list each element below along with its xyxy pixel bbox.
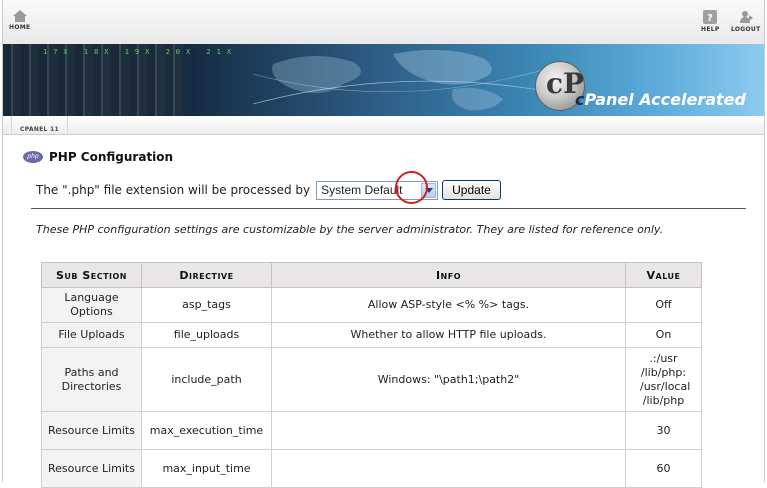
cell-sub-section: Resource Limits [41,411,142,450]
table-row: Paths and Directories include_path Windo… [41,347,702,412]
highlight-circle [395,171,428,204]
breadcrumb-label: CPANEL 11 [20,126,59,133]
cell-sub-section: File Uploads [41,322,142,348]
cpanel-logo-text: cPanel Accelerated [575,90,746,109]
cell-value: 30 [625,411,702,450]
home-link[interactable]: HOME [9,10,30,31]
php-handler-form: The ".php" file extension will be proces… [36,180,501,200]
update-button[interactable]: Update [442,180,501,200]
cpanel-banner: 17X 18X 19X 20X 21X cP cPanel Accelerate… [3,44,764,116]
help-icon: ? [703,10,718,24]
extension-label: The ".php" file extension will be proces… [36,183,311,197]
cell-info [271,411,626,450]
table-row: Resource Limits max_execution_time 30 [41,411,702,450]
cell-sub-section: Language Options [41,287,142,323]
breadcrumb: CPANEL 11 [3,116,764,135]
logo-text-rest: Panel Accelerated [584,90,746,109]
logout-link[interactable]: LOGOUT [731,10,761,33]
php-handler-select-value: System Default [321,182,403,197]
cell-directive: file_uploads [141,322,272,348]
cell-directive: include_path [141,347,272,412]
cell-value: Off [625,287,702,323]
divider [31,208,746,209]
php-icon: php [23,151,43,163]
home-icon [12,10,27,22]
table-row: File Uploads file_uploads Whether to all… [41,322,702,348]
breadcrumb-tab[interactable]: CPANEL 11 [11,116,68,133]
cell-info: Windows: "\path1;\path2" [271,347,626,412]
cell-info: Whether to allow HTTP file uploads. [271,322,626,348]
column-header-sub-section: Sub Section [41,262,142,288]
page-heading: php PHP Configuration [23,150,173,164]
cell-sub-section: Paths and Directories [41,347,142,412]
column-header-value: Value [625,262,702,288]
world-map-graphic [253,49,563,111]
page-title: PHP Configuration [49,150,174,164]
top-navigation-bar: HOME ? HELP LOGOUT [3,0,764,44]
reference-note: These PHP configuration settings are cus… [36,223,664,236]
table-header-row: Sub Section Directive Info Value [41,262,702,288]
column-header-directive: Directive [141,262,272,288]
banner-numbers: 17X 18X 19X 20X 21X [43,48,238,56]
cell-directive: max_execution_time [141,411,272,450]
cell-value: On [625,322,702,348]
cell-info: Allow ASP-style <% %> tags. [271,287,626,323]
help-label: HELP [701,26,720,33]
cell-directive: asp_tags [141,287,272,323]
logout-label: LOGOUT [731,26,761,33]
cpanel-window: HOME ? HELP LOGOUT 17X 18X 19X 20X 21X c… [2,0,765,488]
php-config-table: Sub Section Directive Info Value Languag… [41,262,702,488]
user-logout-icon [739,11,753,23]
cell-value: .:/usr /lib/php: /usr/local /lib/php [625,347,702,412]
svg-text:?: ? [707,13,713,24]
column-header-info: Info [271,262,626,288]
help-link[interactable]: ? HELP [701,10,720,33]
table-row: Language Options asp_tags Allow ASP-styl… [41,287,702,323]
home-label: HOME [9,24,31,31]
